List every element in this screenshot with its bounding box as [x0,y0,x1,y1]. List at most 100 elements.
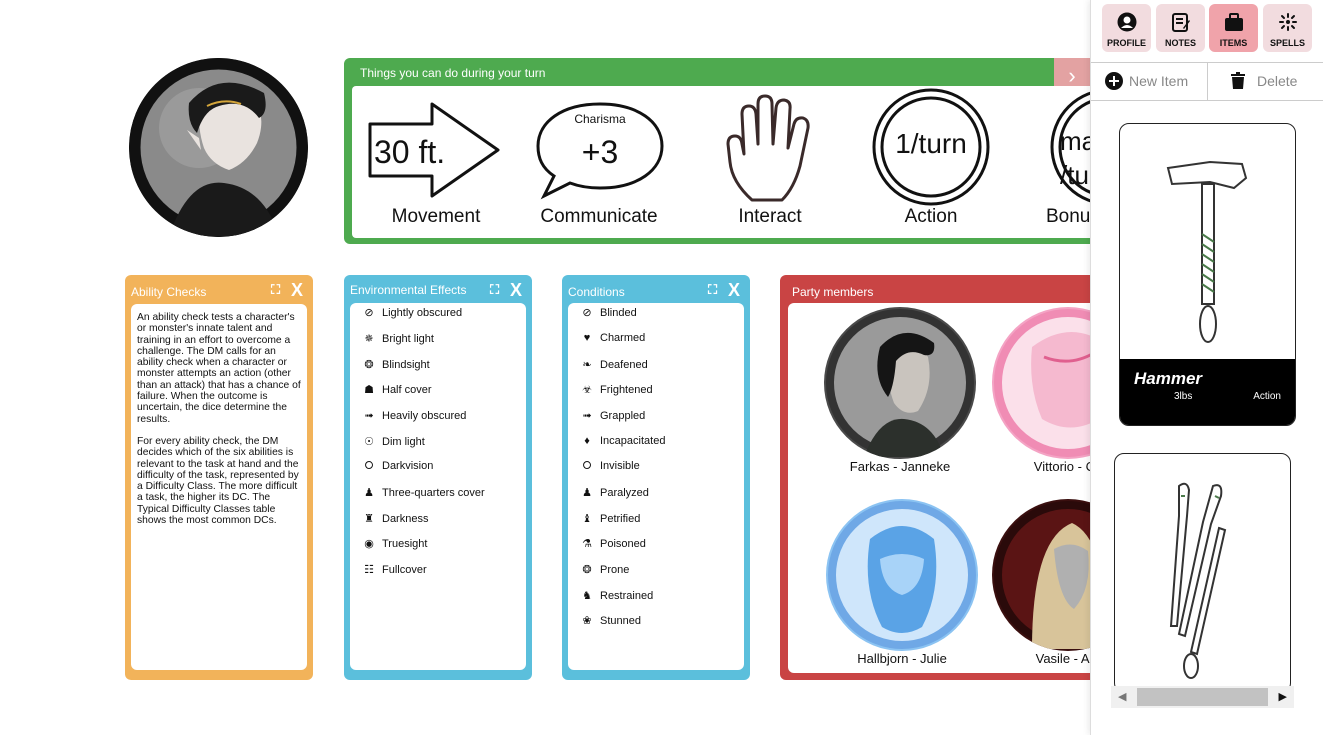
list-item[interactable]: ♜ Darkness [362,512,428,530]
scrollbar-thumb[interactable] [1137,688,1268,706]
item-actions-bar: New Item Delete [1091,62,1323,101]
party-member[interactable]: Farkas - Janneke [824,307,976,477]
close-icon[interactable]: X [291,279,303,301]
conditions-list: ⊘ Blinded ♥ Charmed ❧ Deafened ☣ Frightened … [568,303,744,670]
character-portrait[interactable] [129,58,308,237]
avatar [824,307,976,459]
list-item[interactable]: ⚗ Poisoned [580,537,646,555]
tab-label: ITEMS [1219,38,1248,48]
tab-notes[interactable]: NOTES [1156,4,1205,52]
list-item[interactable]: ☷ Fullcover [362,563,427,581]
list-item[interactable]: ❀ Stunned [580,614,641,632]
expand-icon[interactable]: ⛶ [708,279,717,301]
communicate-label: Communicate [540,206,658,227]
truesight-icon: ◉ [364,538,374,550]
list-item[interactable]: ⊘ Lightly obscured [362,306,462,324]
avatar [826,499,978,651]
item-weight: 3lbs [1174,391,1193,402]
delete-button[interactable]: Delete [1231,63,1297,100]
list-item[interactable]: ⊘ Blinded [580,306,636,324]
briefcase-icon [1224,13,1243,31]
close-icon[interactable]: X [728,279,740,301]
environmental-effects-list: ⊘ Lightly obscured ✵ Bright light ❂ Blindsi… [350,303,526,670]
new-item-button[interactable]: New Item [1105,63,1188,100]
list-item[interactable]: ♟ Paralyzed [580,486,649,504]
list-item[interactable]: ❂ Prone [580,563,629,581]
action-item[interactable]: 1/turn Action [866,86,996,238]
expand-icon[interactable]: ⛶ [271,279,280,301]
interact-label: Interact [738,206,802,227]
interact-item[interactable]: Interact [710,86,830,238]
list-item[interactable]: ◉ Truesight [362,537,427,555]
list-item[interactable]: ♝ Petrified [580,512,640,530]
list-item[interactable]: ♦ Incapacitated [580,435,665,453]
half-cover-icon: ☗ [364,384,374,396]
ability-checks-paragraph-1: An ability check tests a character's or … [137,312,301,425]
list-item[interactable]: ♟ Three-quarters cover [362,486,485,504]
movement-item[interactable]: 30 ft. Movement [366,86,506,238]
list-item[interactable]: ☉ Dim light [362,435,425,453]
conditions-panel: Conditions ⛶ X ⊘ Blinded ♥ Charmed ❧ Deafen… [562,275,750,680]
communicate-item[interactable]: Charisma +3 Communicate [524,86,674,238]
environmental-effects-title: Environmental Effects [350,283,467,297]
frightened-icon: ☣ [582,384,592,396]
darkness-icon: ♜ [364,513,374,525]
list-item[interactable]: ⭘ Darkvision [362,460,434,478]
profile-icon [1117,12,1136,32]
list-item[interactable]: ❧ Deafened [580,358,647,376]
hand-icon [726,94,810,202]
item-card[interactable]: Hammer 3lbs Action [1119,123,1296,426]
movement-value: 30 ft. [374,134,446,170]
list-item[interactable]: ➟ Heavily obscured [362,409,466,427]
expand-icon[interactable]: ⛶ [490,279,499,301]
list-item[interactable]: ⭘ Invisible [580,460,640,478]
party-member-name: Farkas - Janneke [849,459,951,474]
notes-icon [1171,13,1190,32]
list-item[interactable]: ♞ Restrained [580,589,653,607]
turn-actions-panel: Things you can do during your turn › 30 … [344,58,1104,244]
turn-panel-title: Things you can do during your turn [360,66,546,80]
poison-icon: ⚗ [582,538,592,550]
hammer-image [1166,160,1248,343]
tab-items[interactable]: ITEMS [1209,4,1258,52]
item-card[interactable] [1114,453,1291,693]
item-name: Hammer [1134,369,1203,388]
party-member-name: Hallbjorn - Julie [857,651,947,666]
blindsight-icon: ❂ [364,359,374,371]
invisible-icon: ⭘ [582,460,592,472]
ear-icon: ❧ [582,359,592,371]
party-members-title: Party members [792,285,874,299]
movement-label: Movement [391,206,481,227]
list-item[interactable]: ☗ Half cover [362,383,431,401]
ability-checks-body: An ability check tests a character's or … [131,304,307,670]
list-item[interactable]: ✵ Bright light [362,332,434,350]
grappled-icon: ➟ [582,410,592,422]
turn-actions-list: 30 ft. Movement Charisma +3 Communicate … [352,86,1104,238]
action-value: 1/turn [895,128,967,159]
party-member[interactable]: Hallbjorn - Julie [826,499,978,669]
tab-spells[interactable]: SPELLS [1263,4,1312,52]
bonus-value-line2: /tu [1060,160,1089,190]
delete-label: Delete [1257,73,1298,89]
prone-icon: ❂ [582,564,592,576]
list-item[interactable]: ☣ Frightened [580,383,653,401]
list-item[interactable]: ❂ Blindsight [362,358,429,376]
ability-checks-paragraph-2: For every ability check, the DM decides … [137,435,299,527]
scroll-left-icon[interactable]: ◀ [1118,690,1126,703]
scroll-right-icon[interactable]: ▶ [1279,690,1287,703]
close-icon[interactable]: X [510,279,522,301]
sparkle-icon [1278,13,1297,31]
list-item[interactable]: ♥ Charmed [580,332,646,350]
tools-image [1169,482,1227,679]
heavily-obscured-icon: ➟ [364,410,374,422]
environmental-effects-panel: Environmental Effects ⛶ X ⊘ Lightly obscu… [344,275,532,680]
party-members-panel: Party members Farkas - Janneke Vittorio … [780,275,1110,680]
dim-light-icon: ☉ [364,436,374,448]
communicate-caption: Charisma [574,112,626,126]
fullcover-icon: ☷ [364,564,374,576]
paralyzed-icon: ♟ [582,487,592,499]
list-item[interactable]: ➟ Grappled [580,409,645,427]
bright-light-icon: ✵ [364,333,374,345]
tab-profile[interactable]: PROFILE [1102,4,1151,52]
horizontal-scrollbar[interactable]: ◀ ▶ [1111,686,1294,708]
